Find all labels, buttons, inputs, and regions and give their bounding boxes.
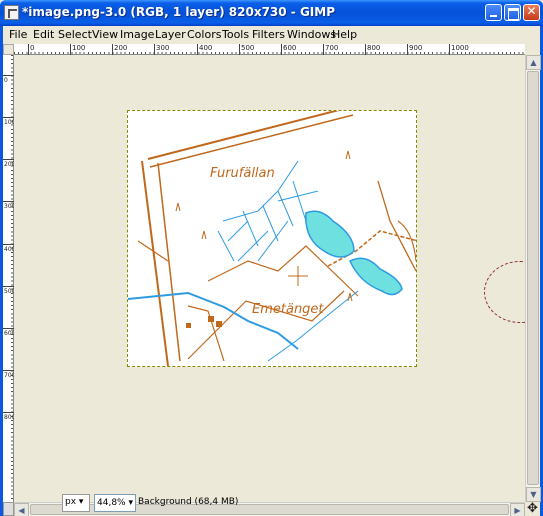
ruler-tick: [3, 244, 14, 245]
gimp-app-icon[interactable]: [4, 5, 19, 20]
crosshair-mark: [288, 266, 308, 286]
menu-view[interactable]: View: [92, 28, 118, 41]
road: [141, 160, 169, 366]
ruler-tick: [449, 44, 450, 55]
ellipse-selection-outline[interactable]: [484, 261, 525, 323]
ruler-tick: [197, 44, 198, 55]
unit-select[interactable]: px ▾: [62, 494, 90, 512]
ruler-label: 200: [114, 44, 128, 52]
arrow-left-icon: ◀: [18, 506, 25, 515]
stream: [217, 180, 307, 262]
menu-layer[interactable]: Layer: [155, 28, 186, 41]
ruler-tick: [70, 44, 71, 55]
lake: [349, 257, 403, 296]
ruler-label: 100: [72, 44, 86, 52]
building: [186, 323, 191, 328]
gimp-window: *image.png-3.0 (RGB, 1 layer) 820x730 - …: [0, 0, 543, 516]
ruler-tick: [3, 201, 14, 202]
ruler-corner[interactable]: [3, 44, 14, 55]
ruler-label: 0: [30, 44, 35, 52]
window-title: *image.png-3.0 (RGB, 1 layer) 820x730 - …: [22, 5, 336, 19]
ruler-tick: [3, 75, 14, 76]
vertical-scroll-thumb[interactable]: [527, 71, 539, 485]
building: [216, 321, 222, 327]
vertical-scrollbar[interactable]: ▲ ▼: [525, 55, 541, 502]
ruler-tick: [3, 286, 14, 287]
chevron-down-icon: ▾: [128, 498, 133, 508]
road: [147, 111, 340, 160]
status-layer-info: Background (68,4 MB): [138, 497, 239, 507]
scroll-down-button[interactable]: ▼: [526, 487, 541, 502]
ruler-tick: [323, 44, 324, 55]
ruler-tick: [281, 44, 282, 55]
image-canvas[interactable]: Furufällan Emetänget: [14, 55, 525, 502]
ruler-tick: [3, 370, 14, 371]
lake: [305, 210, 355, 258]
quick-mask-toggle[interactable]: [3, 502, 14, 516]
road: [149, 114, 354, 168]
building: [208, 316, 214, 322]
ruler-tick: [3, 412, 14, 413]
image-layer[interactable]: Furufällan Emetänget: [127, 110, 417, 367]
ruler-tick: [112, 44, 113, 55]
navigate-icon[interactable]: ✥: [525, 502, 540, 516]
ruler-label: 500: [241, 44, 255, 52]
menu-tools[interactable]: Tools: [222, 28, 249, 41]
ruler-tick: [28, 44, 29, 55]
chevron-down-icon: ▾: [78, 497, 84, 507]
unit-value: px: [65, 497, 77, 507]
close-icon: ✕: [526, 4, 537, 18]
minimize-button[interactable]: [485, 4, 502, 21]
close-button[interactable]: ✕: [523, 4, 540, 21]
zoom-value: 44,8%: [97, 498, 126, 508]
menu-filters[interactable]: Filters: [252, 28, 285, 41]
menu-help[interactable]: Help: [332, 28, 357, 41]
ruler-tick: [3, 328, 14, 329]
ruler-label: 400: [199, 44, 213, 52]
arrow-right-icon: ▶: [514, 506, 521, 515]
scroll-right-button[interactable]: ▶: [510, 503, 525, 516]
ruler-label: 600: [283, 44, 297, 52]
arrow-down-icon: ▼: [530, 490, 537, 499]
scroll-up-button[interactable]: ▲: [526, 55, 541, 70]
image-window-client: File Edit Select View Image Layer Colors…: [3, 26, 541, 516]
ruler-tick: [154, 44, 155, 55]
ruler-tick: [365, 44, 366, 55]
menubar: File Edit Select View Image Layer Colors…: [3, 26, 540, 44]
menu-select[interactable]: Select: [58, 28, 92, 41]
arrow-up-icon: ▲: [530, 58, 537, 67]
road: [187, 305, 225, 362]
menu-image[interactable]: Image: [120, 28, 154, 41]
road: [157, 162, 181, 362]
ruler-label: 900: [409, 44, 423, 52]
ruler-label: 300: [156, 44, 170, 52]
zoom-combo[interactable]: 44,8% ▾: [94, 494, 136, 512]
ruler-tick: [3, 117, 14, 118]
horizontal-ruler[interactable]: 0 100 200 300 400 500 600 700 800 900 10…: [14, 44, 525, 55]
ruler-tick: [3, 159, 14, 160]
ruler-label: 0: [4, 77, 8, 84]
vertical-ruler[interactable]: 0 100 200 300 400 500 600 700 800: [3, 55, 15, 502]
ruler-label: 700: [325, 44, 339, 52]
menu-edit[interactable]: Edit: [33, 28, 54, 41]
ruler-label: 1000: [451, 44, 469, 52]
ruler-tick: [239, 44, 240, 55]
scroll-left-button[interactable]: ◀: [14, 503, 29, 516]
map-label-emetanget: Emetänget: [252, 302, 324, 317]
ruler-tick: [407, 44, 408, 55]
ruler-label: 800: [367, 44, 381, 52]
menu-colors[interactable]: Colors: [187, 28, 221, 41]
map-image: Furufällan Emetänget: [128, 111, 416, 366]
map-label-furufallan: Furufällan: [210, 166, 275, 181]
menu-windows[interactable]: Windows: [287, 28, 336, 41]
title-bar[interactable]: *image.png-3.0 (RGB, 1 layer) 820x730 - …: [0, 0, 543, 26]
horizontal-scrollbar[interactable]: ◀ ▶: [14, 502, 525, 516]
maximize-button[interactable]: [504, 4, 521, 21]
road: [377, 180, 416, 272]
menu-file[interactable]: File: [9, 28, 27, 41]
